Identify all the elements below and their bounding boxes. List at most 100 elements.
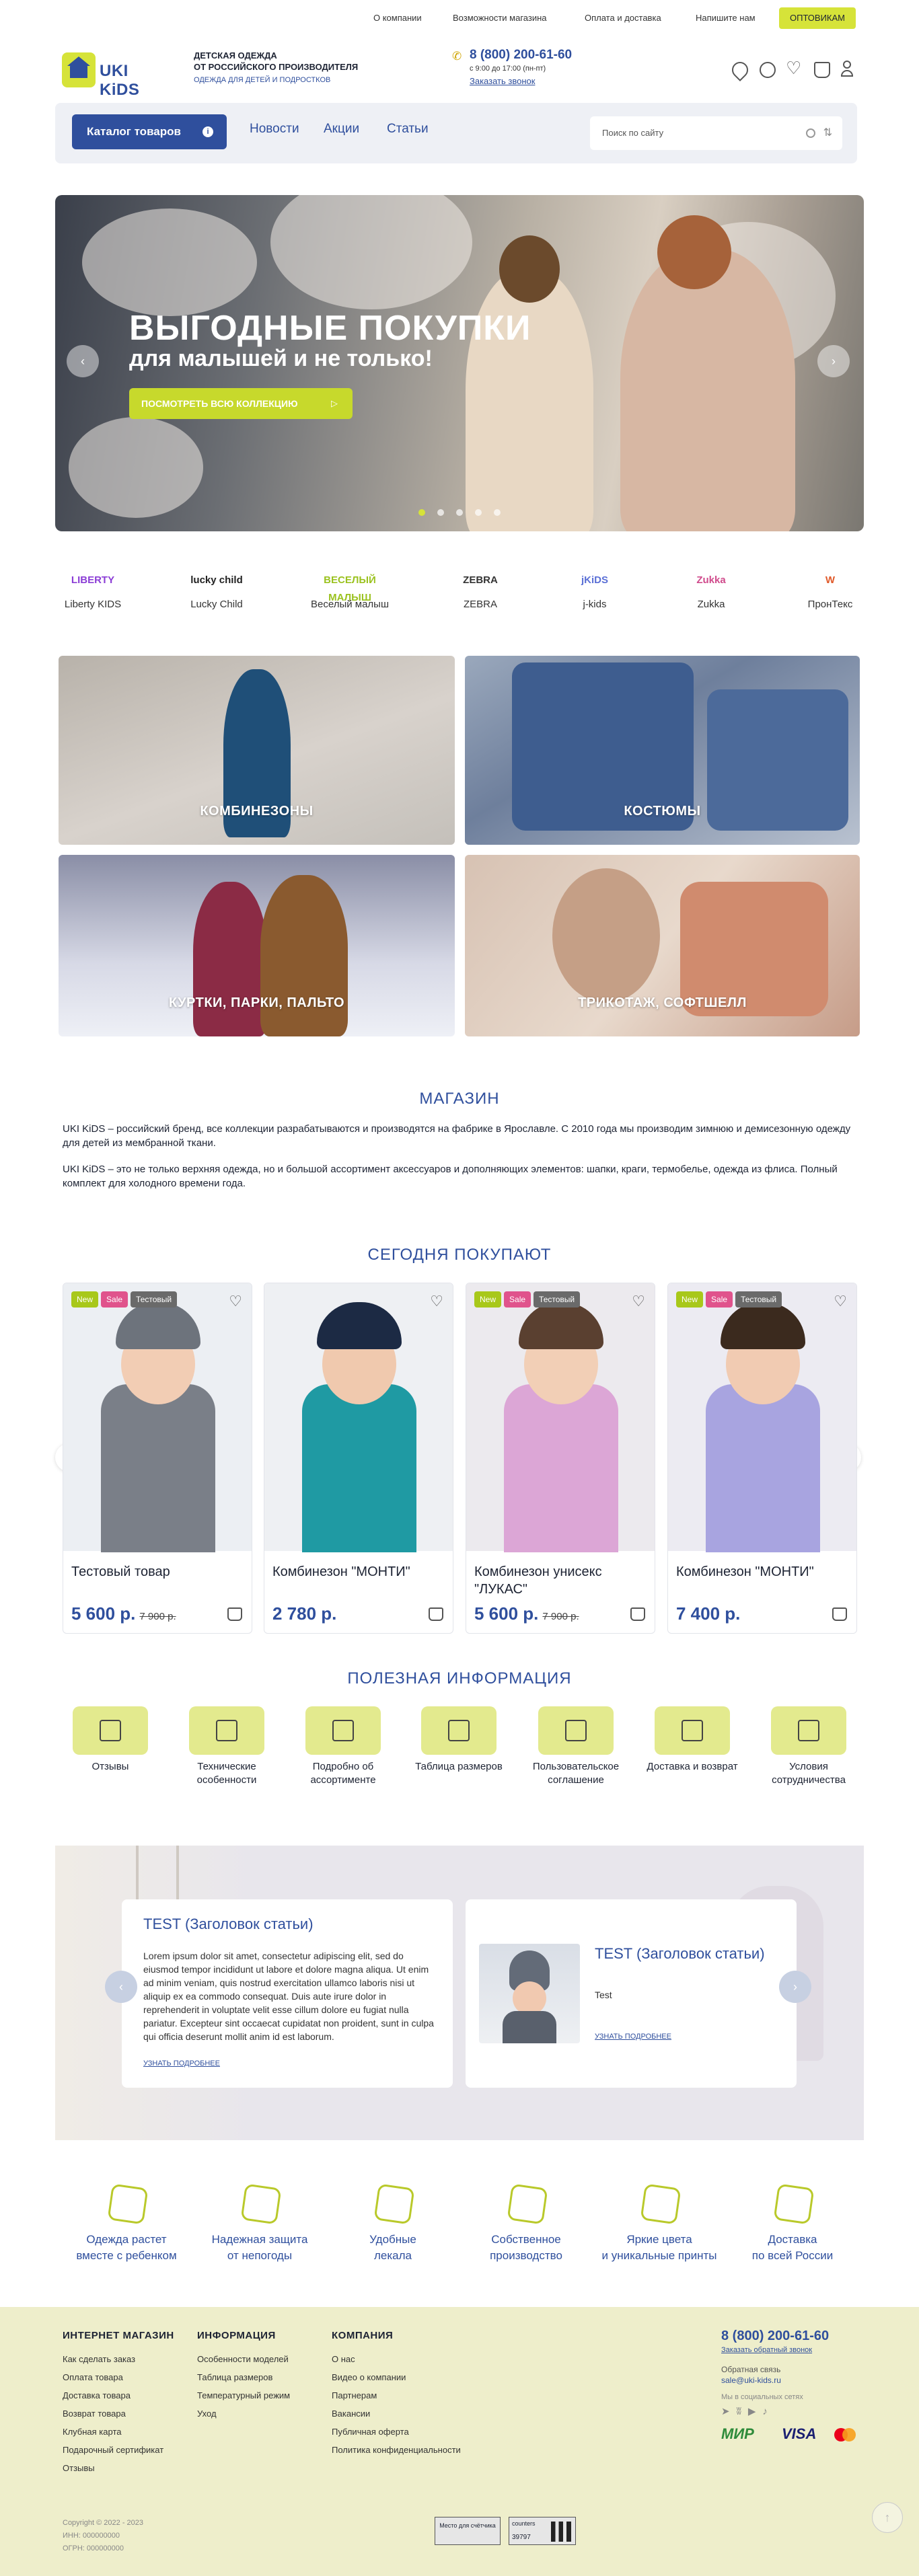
filter-icon[interactable]: ⇅ xyxy=(823,126,832,139)
article-card[interactable]: TEST (Заголовок статьи) Test УЗНАТЬ ПОДР… xyxy=(466,1899,797,2088)
footer-link[interactable]: Вакансии xyxy=(332,2404,461,2423)
header-phone[interactable]: 8 (800) 200-61-60 xyxy=(470,48,572,63)
category-jackets[interactable]: КУРТКИ, ПАРКИ, ПАЛЬТО xyxy=(59,855,455,1036)
footer-link[interactable]: Доставка товара xyxy=(63,2386,163,2404)
category-knitwear[interactable]: ТРИКОТАЖ, СОФТШЕЛЛ xyxy=(465,855,860,1036)
brand-item[interactable]: LIBERTY Liberty KIDS xyxy=(52,572,133,610)
user-icon[interactable] xyxy=(841,61,853,79)
brand-item[interactable]: Zukka Zukka xyxy=(671,572,751,610)
hero-dot[interactable] xyxy=(494,509,501,516)
telegram-icon[interactable]: ➤ xyxy=(721,2406,737,2417)
articles-next-arrow[interactable]: › xyxy=(779,1971,811,2003)
product-title[interactable]: Комбинезон "МОНТИ" xyxy=(676,1563,844,1581)
cart-icon[interactable] xyxy=(429,1607,443,1621)
footer-link[interactable]: Уход xyxy=(197,2404,290,2423)
favorite-heart-icon[interactable]: ♡ xyxy=(632,1293,645,1310)
hero-dot[interactable] xyxy=(437,509,444,516)
info-item[interactable]: Таблица размеров xyxy=(408,1706,509,1774)
hero-dot[interactable] xyxy=(456,509,463,516)
product-title[interactable]: Комбинезон унисекс "ЛУКАС" xyxy=(474,1563,642,1598)
brand-item[interactable]: W ПронТекс xyxy=(790,572,871,610)
category-jumpsuits[interactable]: КОМБИНЕЗОНЫ xyxy=(59,656,455,845)
hero-next-arrow[interactable]: › xyxy=(817,345,850,377)
product-card[interactable]: New Sale Тестовый ♡ Комбинезон "МОНТИ" 7 400 … xyxy=(667,1283,857,1634)
product-image[interactable] xyxy=(264,1283,453,1552)
product-card[interactable]: New Sale Тестовый ♡ Тестовый товар 5 600 р. 7 … xyxy=(63,1283,252,1634)
footer-link[interactable]: Особенности моделей xyxy=(197,2350,290,2368)
top-nav-payment[interactable]: Оплата и доставка xyxy=(585,13,661,23)
logo[interactable]: UKI KiDS xyxy=(62,52,170,99)
footer-link[interactable]: Клубная карта xyxy=(63,2423,163,2441)
top-nav-contact[interactable]: Напишите нам xyxy=(696,13,756,23)
search-icon[interactable] xyxy=(806,128,815,138)
category-suits[interactable]: КОСТЮМЫ xyxy=(465,656,860,845)
menu-link-promos[interactable]: Акции xyxy=(324,122,359,137)
info-item[interactable]: Отзывы xyxy=(60,1706,161,1774)
footer-link[interactable]: Оплата товара xyxy=(63,2368,163,2386)
info-item[interactable]: Технические особенности xyxy=(176,1706,277,1787)
favorite-heart-icon[interactable]: ♡ xyxy=(430,1293,443,1310)
product-card[interactable]: New Sale Тестовый ♡ Комбинезон унисекс "ЛУКА… xyxy=(466,1283,655,1634)
footer-link[interactable]: Видео о компании xyxy=(332,2368,461,2386)
info-item[interactable]: Условия сотрудничества xyxy=(758,1706,859,1787)
info-item[interactable]: Пользовательское соглашение xyxy=(525,1706,626,1787)
hero-collection-button[interactable]: ПОСМОТРЕТЬ ВСЮ КОЛЛЕКЦИЮ xyxy=(129,388,353,419)
menu-link-news[interactable]: Новости xyxy=(250,122,299,137)
footer-link[interactable]: Публичная оферта xyxy=(332,2423,461,2441)
scroll-top-button[interactable]: ↑ xyxy=(872,2502,903,2533)
cart-icon[interactable] xyxy=(832,1607,847,1621)
footer-link[interactable]: Политика конфиденциальности xyxy=(332,2441,461,2459)
footer-link[interactable]: Партнерам xyxy=(332,2386,461,2404)
counter-widget[interactable]: counters 39797 xyxy=(509,2517,576,2545)
hero-dot[interactable] xyxy=(475,509,482,516)
compare-icon[interactable] xyxy=(760,62,776,78)
footer-link[interactable]: Отзывы xyxy=(63,2459,163,2477)
basket-icon[interactable] xyxy=(814,62,830,78)
product-image[interactable] xyxy=(668,1283,856,1552)
search-input[interactable]: Поиск по сайту ⇅ xyxy=(590,116,842,150)
wholesale-button[interactable]: ОПТОВИКАМ xyxy=(779,7,856,29)
article-more-link[interactable]: УЗНАТЬ ПОДРОБНЕЕ xyxy=(595,2033,671,2041)
product-title[interactable]: Тестовый товар xyxy=(71,1563,240,1581)
heart-icon[interactable]: ♡ xyxy=(786,58,801,79)
article-card[interactable]: TEST (Заголовок статьи) Lorem ipsum dolo… xyxy=(122,1899,453,2088)
map-pin-icon[interactable] xyxy=(729,59,751,81)
article-more-link[interactable]: УЗНАТЬ ПОДРОБНЕЕ xyxy=(143,2059,220,2068)
footer-link[interactable]: Температурный режим xyxy=(197,2386,290,2404)
cart-icon[interactable] xyxy=(630,1607,645,1621)
footer-phone[interactable]: 8 (800) 200-61-60 xyxy=(721,2328,829,2344)
footer-link[interactable]: О нас xyxy=(332,2350,461,2368)
footer-callback-link[interactable]: Заказать обратный звонок xyxy=(721,2346,812,2354)
favorite-heart-icon[interactable]: ♡ xyxy=(229,1293,242,1310)
info-item[interactable]: Подробно об ассортименте xyxy=(293,1706,394,1787)
product-image[interactable] xyxy=(466,1283,655,1552)
product-card[interactable]: ♡ Комбинезон "МОНТИ" 2 780 р. xyxy=(264,1283,453,1634)
footer-link[interactable]: Возврат товара xyxy=(63,2404,163,2423)
brand-item[interactable]: lucky child Lucky Child xyxy=(176,572,257,610)
brand-item[interactable]: ВЕСЕЛЫЙ МАЛЫШ Веселый малыш xyxy=(309,572,390,610)
footer-link[interactable]: Подарочный сертификат xyxy=(63,2441,163,2459)
catalog-button[interactable]: Каталог товаров i xyxy=(72,114,227,149)
footer-link[interactable]: Как сделать заказ xyxy=(63,2350,163,2368)
footer-link[interactable]: Таблица размеров xyxy=(197,2368,290,2386)
info-item[interactable]: Доставка и возврат xyxy=(642,1706,743,1774)
menu-link-articles[interactable]: Статьи xyxy=(387,122,429,137)
callback-link[interactable]: Заказать звонок xyxy=(470,76,535,86)
vk-icon[interactable]: ʬ xyxy=(737,2406,748,2417)
cart-icon[interactable] xyxy=(227,1607,242,1621)
youtube-icon[interactable]: ▶ xyxy=(748,2406,763,2417)
hero-dot[interactable] xyxy=(418,509,425,516)
top-nav-features[interactable]: Возможности магазина xyxy=(453,13,547,23)
product-image[interactable] xyxy=(63,1283,252,1552)
brand-item[interactable]: ZEBRA ZEBRA xyxy=(440,572,521,610)
tiktok-icon[interactable]: ♪ xyxy=(762,2406,774,2417)
top-nav-about[interactable]: О компании xyxy=(373,13,422,23)
legal-info: Copyright © 2022 - 2023 ИНН: 000000000 О… xyxy=(63,2517,143,2555)
favorite-heart-icon[interactable]: ♡ xyxy=(834,1293,847,1310)
articles-prev-arrow[interactable]: ‹ xyxy=(105,1971,137,2003)
footer-email[interactable]: sale@uki-kids.ru xyxy=(721,2376,781,2385)
brand-item[interactable]: jKiDS j-kids xyxy=(554,572,635,610)
hero-prev-arrow[interactable]: ‹ xyxy=(67,345,99,377)
footer-heading-info: ИНФОРМАЦИЯ xyxy=(197,2330,276,2341)
product-title[interactable]: Комбинезон "МОНТИ" xyxy=(272,1563,441,1581)
